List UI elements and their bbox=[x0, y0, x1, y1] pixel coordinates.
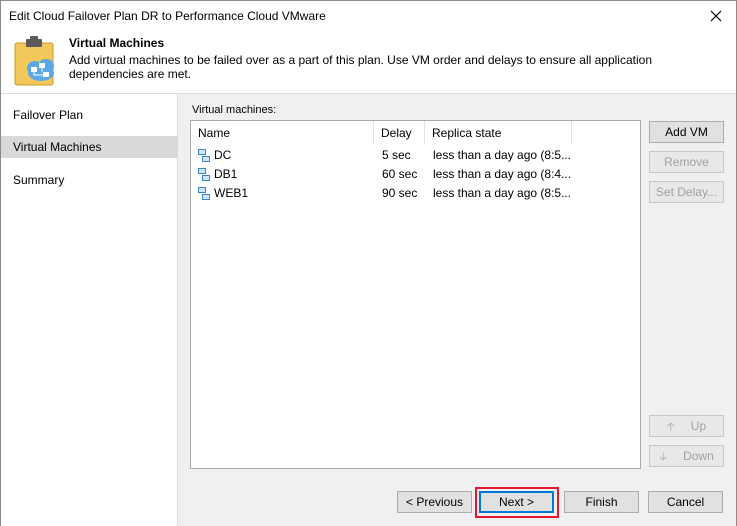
arrow-up-icon: 🡡 bbox=[666, 421, 675, 433]
wizard-steps-sidebar: Failover Plan Virtual Machines Summary bbox=[1, 94, 178, 526]
vm-delay-cell: 5 sec bbox=[382, 148, 411, 162]
close-button[interactable] bbox=[696, 1, 736, 31]
up-button-label: Up bbox=[690, 419, 707, 433]
next-button-highlight bbox=[475, 487, 559, 518]
table-row[interactable]: DC 5 sec less than a day ago (8:5... bbox=[191, 146, 640, 165]
vm-icon bbox=[198, 187, 210, 200]
wizard-footer: < Previous Next > Finish Cancel bbox=[178, 481, 736, 526]
vm-replica-state-cell: less than a day ago (8:5... bbox=[433, 186, 572, 200]
down-button-label: Down bbox=[683, 449, 714, 463]
arrow-down-icon: 🡣 bbox=[659, 451, 668, 463]
vm-name-cell: DB1 bbox=[214, 167, 238, 181]
main-content: Virtual machines: Name Delay Replica sta… bbox=[178, 94, 736, 481]
sidebar-item-failover-plan[interactable]: Failover Plan bbox=[1, 104, 177, 126]
close-icon bbox=[710, 10, 722, 22]
page-description: Add virtual machines to be failed over a… bbox=[69, 53, 652, 81]
sidebar-item-summary[interactable]: Summary bbox=[1, 169, 177, 191]
table-row[interactable]: DB1 60 sec less than a day ago (8:4... bbox=[191, 165, 640, 184]
up-button[interactable]: 🡡 Up bbox=[649, 415, 724, 437]
vm-name-cell: DC bbox=[214, 148, 232, 162]
sidebar-item-label: Failover Plan bbox=[13, 108, 84, 122]
table-row[interactable]: WEB1 90 sec less than a day ago (8:5... bbox=[191, 184, 640, 203]
sidebar-item-label: Summary bbox=[13, 173, 65, 187]
page-title: Virtual Machines bbox=[69, 36, 165, 50]
column-header-replica-state[interactable]: Replica state bbox=[425, 121, 572, 145]
sidebar-item-label: Virtual Machines bbox=[13, 140, 102, 154]
vm-list-label: Virtual machines: bbox=[192, 104, 277, 116]
set-delay-button[interactable]: Set Delay... bbox=[649, 181, 724, 203]
add-vm-button[interactable]: Add VM bbox=[649, 121, 724, 143]
vm-name-cell: WEB1 bbox=[214, 186, 249, 200]
sidebar-item-virtual-machines[interactable]: Virtual Machines bbox=[1, 136, 177, 158]
vm-icon bbox=[198, 149, 210, 162]
vm-list[interactable]: Name Delay Replica state DC 5 sec less t… bbox=[190, 120, 641, 469]
vm-icon bbox=[198, 168, 210, 181]
previous-button[interactable]: < Previous bbox=[397, 491, 472, 513]
finish-button[interactable]: Finish bbox=[564, 491, 639, 513]
wizard-header: Virtual Machines Add virtual machines to… bbox=[1, 31, 736, 93]
vm-delay-cell: 90 sec bbox=[382, 186, 418, 200]
dialog-window: Edit Cloud Failover Plan DR to Performan… bbox=[0, 0, 737, 526]
down-button[interactable]: 🡣 Down bbox=[649, 445, 724, 467]
column-header-delay[interactable]: Delay bbox=[374, 121, 425, 145]
title-bar: Edit Cloud Failover Plan DR to Performan… bbox=[1, 1, 736, 31]
vm-replica-state-cell: less than a day ago (8:4... bbox=[433, 167, 572, 181]
vm-delay-cell: 60 sec bbox=[382, 167, 418, 181]
window-title: Edit Cloud Failover Plan DR to Performan… bbox=[9, 9, 326, 23]
remove-button[interactable]: Remove bbox=[649, 151, 724, 173]
cancel-button[interactable]: Cancel bbox=[648, 491, 723, 513]
vm-replica-state-cell: less than a day ago (8:5... bbox=[433, 148, 572, 162]
column-header-name[interactable]: Name bbox=[191, 121, 374, 145]
clipboard-cloud-icon bbox=[14, 36, 54, 86]
